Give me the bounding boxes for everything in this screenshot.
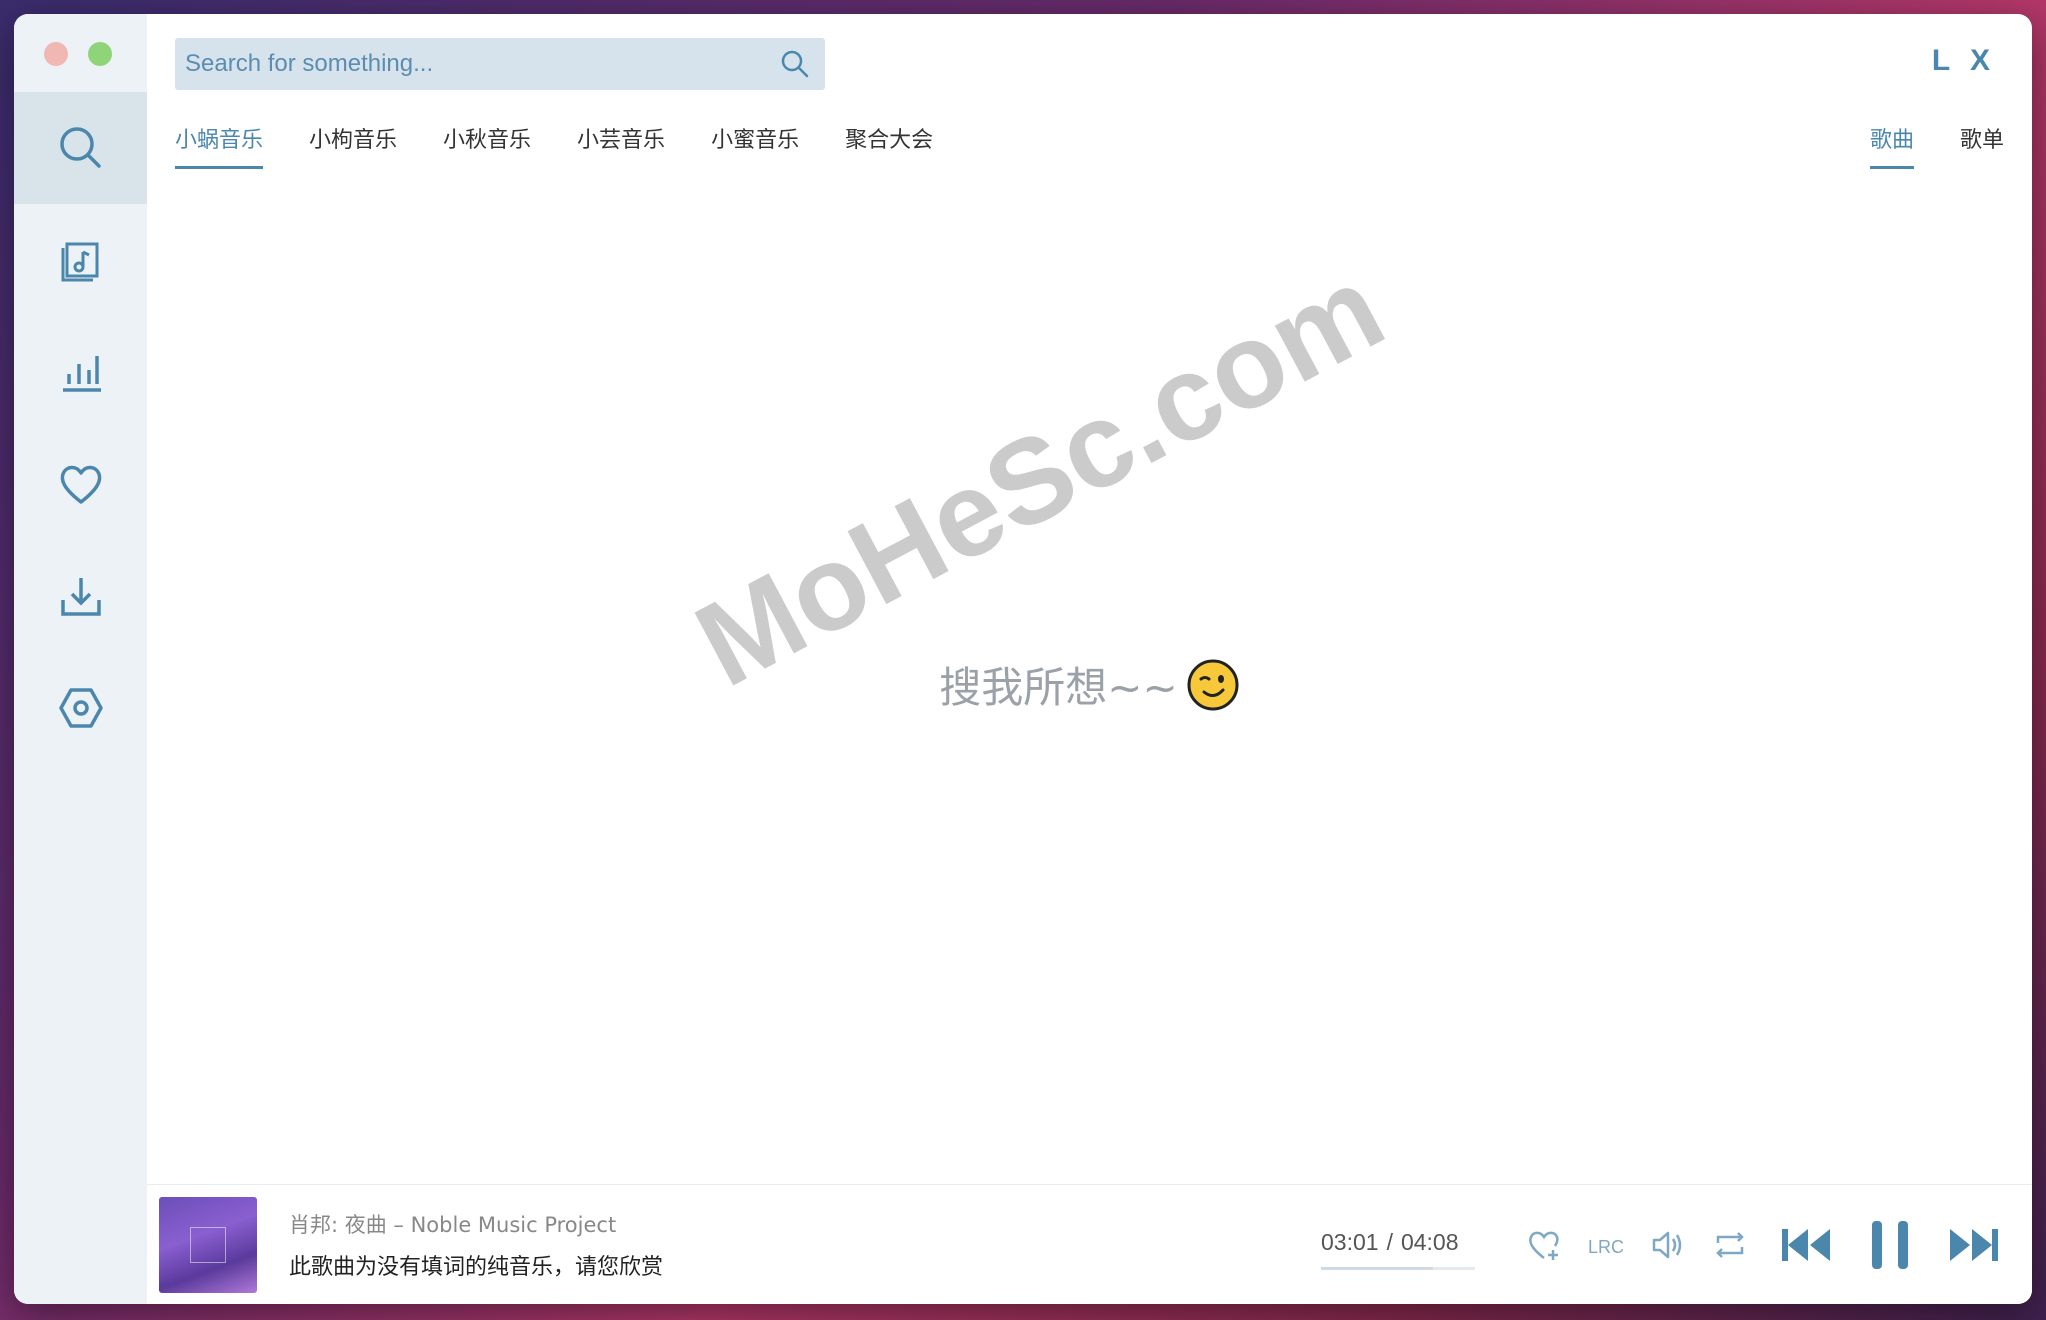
next-button[interactable] [1946,1217,2002,1273]
player-controls: LRC [1502,1217,2002,1273]
skip-previous-icon [1782,1229,1830,1261]
tab-source-1[interactable]: 小枸音乐 [309,122,397,169]
window-controls [44,42,112,66]
watermark: MoHeSc.com [675,240,1404,713]
sidebar-item-playlist[interactable] [14,204,147,316]
skip-next-icon [1950,1229,1998,1261]
app-window: L X 小蜗音乐 小枸音乐 小秋音乐 小芸音乐 小蜜音乐 聚合大会 歌曲 歌单 … [14,14,2032,1304]
main-content: L X 小蜗音乐 小枸音乐 小秋音乐 小芸音乐 小蜜音乐 聚合大会 歌曲 歌单 … [147,14,2032,1304]
lyrics-button[interactable]: LRC [1586,1225,1626,1265]
sidebar-item-favorites[interactable] [14,428,147,540]
pause-icon [1872,1221,1908,1269]
search-button[interactable] [775,44,815,84]
settings-hex-icon [58,688,103,728]
search-bar [175,38,825,90]
wink-emoji-icon [1187,659,1239,710]
download-icon [60,578,101,616]
album-cover[interactable] [159,1197,257,1293]
search-icon [59,127,101,168]
source-tabs: 小蜗音乐 小枸音乐 小秋音乐 小芸音乐 小蜜音乐 聚合大会 [175,122,979,169]
empty-state: 搜我所想~~ [147,654,2032,715]
close-window-button[interactable] [44,42,68,66]
previous-button[interactable] [1778,1217,1834,1273]
search-input[interactable] [185,50,775,78]
time-separator: / [1386,1229,1393,1255]
song-title: 肖邦: 夜曲 – Noble Music Project [289,1213,617,1237]
pause-button[interactable] [1862,1217,1918,1273]
tab-source-5[interactable]: 聚合大会 [845,122,933,169]
heart-plus-icon [1529,1231,1559,1260]
progress-fill [1321,1267,1434,1270]
app-logo: L X [1931,44,1996,77]
sidebar-item-search[interactable] [14,92,147,204]
sidebar-item-leaderboard[interactable] [14,316,147,428]
tab-songs[interactable]: 歌曲 [1869,122,1914,169]
player-bar: 肖邦: 夜曲 – Noble Music Project 此歌曲为没有填词的纯音… [147,1184,2032,1304]
sidebar [14,14,147,1304]
search-icon [781,50,809,78]
current-time: 03:01 [1321,1229,1379,1255]
sidebar-nav [14,92,147,764]
heart-icon [60,465,101,504]
repeat-button[interactable] [1710,1225,1750,1265]
tab-playlists[interactable]: 歌单 [1960,122,2004,169]
svg-text:LRC: LRC [1588,1237,1624,1257]
add-to-favorites-button[interactable] [1524,1225,1564,1265]
empty-state-text: 搜我所想~~ [939,663,1178,712]
repeat-icon [1716,1232,1744,1258]
leaderboard-icon [62,356,101,392]
total-time: 04:08 [1400,1229,1459,1255]
volume-button[interactable] [1648,1225,1688,1265]
sidebar-item-settings[interactable] [14,652,147,764]
progress-bar[interactable] [1321,1267,1475,1270]
type-tabs: 歌曲 歌单 [1824,122,2004,169]
tab-source-0[interactable]: 小蜗音乐 [175,122,264,169]
tab-source-4[interactable]: 小蜜音乐 [711,122,799,169]
song-lyric: 此歌曲为没有填词的纯音乐，请您欣赏 [289,1255,664,1280]
playback-time: 03:01 / 04:08 [1321,1229,1459,1256]
tab-source-3[interactable]: 小芸音乐 [577,122,665,169]
playlist-music-icon [61,242,98,282]
volume-icon [1652,1231,1682,1259]
maximize-window-button[interactable] [88,42,112,66]
tab-source-2[interactable]: 小秋音乐 [443,122,531,169]
sidebar-item-download[interactable] [14,540,147,652]
lyrics-icon: LRC [1588,1237,1624,1257]
